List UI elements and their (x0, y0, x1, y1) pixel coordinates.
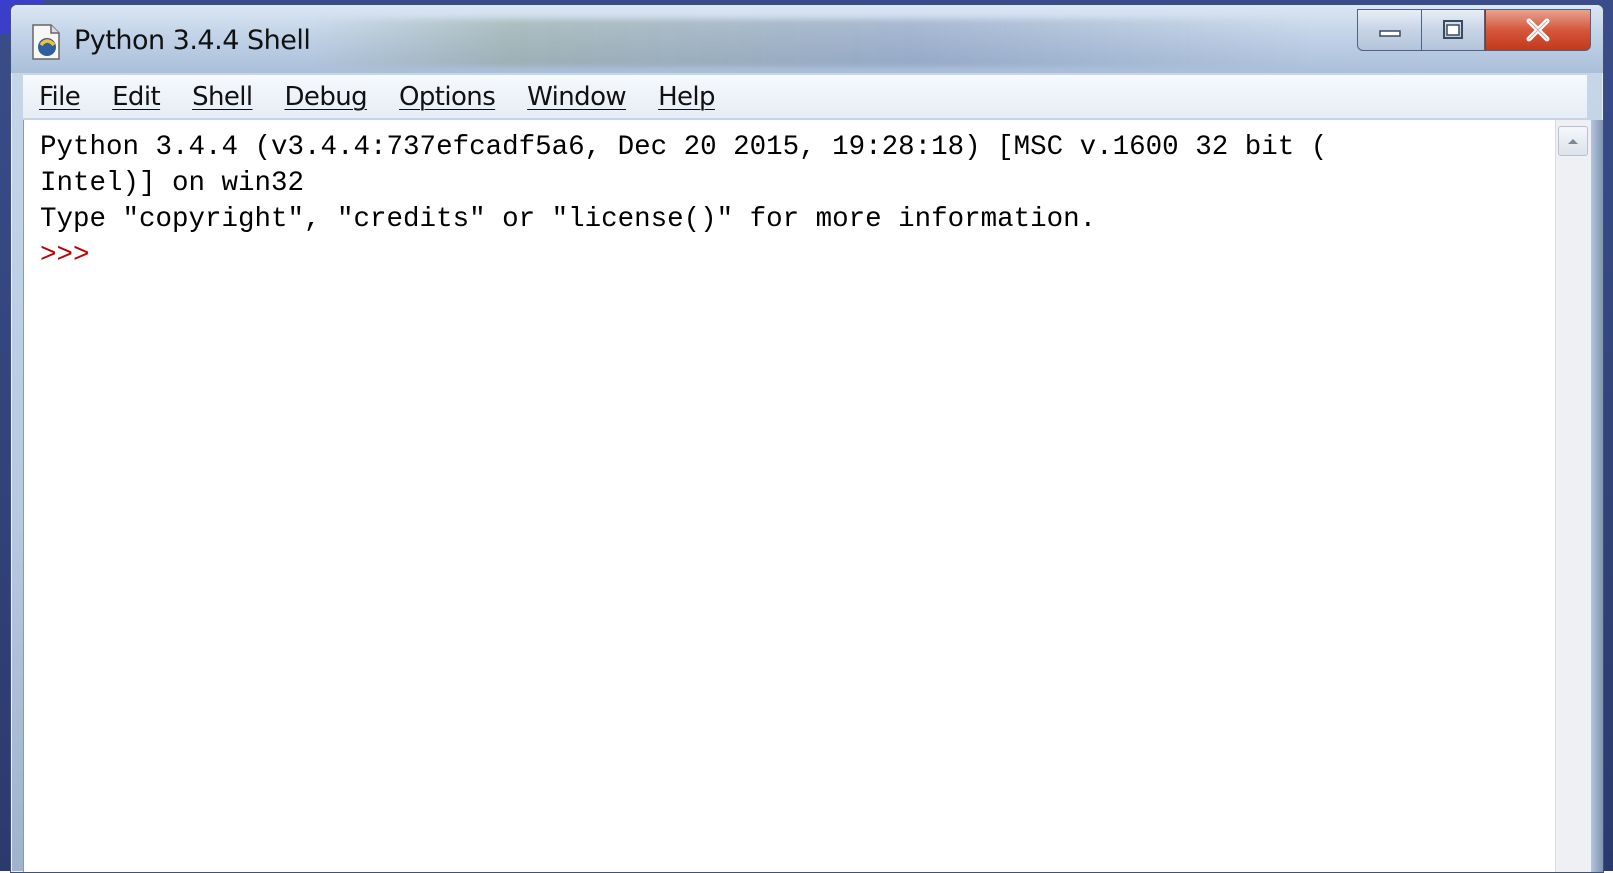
menu-window[interactable]: Window (527, 82, 627, 112)
menu-edit[interactable]: Edit (112, 82, 161, 112)
shell-text-area[interactable]: Python 3.4.4 (v3.4.4:737efcadf5a6, Dec 2… (23, 120, 1556, 872)
close-button[interactable] (1485, 9, 1591, 51)
minimize-icon (1378, 30, 1401, 37)
title-bar-glass (311, 19, 1311, 67)
window-controls (1357, 9, 1591, 55)
shell-prompt[interactable]: >>> (40, 238, 1530, 274)
menu-help[interactable]: Help (658, 82, 715, 112)
scroll-up-arrow-icon (1568, 139, 1578, 144)
shell-output: Python 3.4.4 (v3.4.4:737efcadf5a6, Dec 2… (40, 130, 1530, 274)
python-idle-icon (32, 24, 60, 60)
maximize-button[interactable] (1421, 9, 1485, 51)
menu-options[interactable]: Options (399, 82, 496, 112)
menu-shell[interactable]: Shell (192, 82, 253, 112)
banner-line-2: Intel)] on win32 (40, 168, 305, 199)
scroll-up-button[interactable] (1558, 126, 1588, 156)
idle-shell-window: Python 3.4.4 Shell File Edit Shell Debug… (10, 4, 1604, 873)
title-bar[interactable]: Python 3.4.4 Shell (11, 5, 1603, 73)
menu-bar: File Edit Shell Debug Options Window Hel… (23, 75, 1587, 119)
close-icon (1526, 18, 1550, 42)
banner-line-3: Type "copyright", "credits" or "license(… (40, 204, 1097, 235)
vertical-scrollbar[interactable] (1555, 120, 1592, 872)
menu-file[interactable]: File (39, 82, 81, 112)
minimize-button[interactable] (1357, 9, 1421, 51)
window-frame-right (1591, 120, 1603, 872)
menu-debug[interactable]: Debug (285, 82, 368, 112)
banner-line-1: Python 3.4.4 (v3.4.4:737efcadf5a6, Dec 2… (40, 132, 1328, 163)
maximize-icon (1443, 20, 1463, 39)
window-title: Python 3.4.4 Shell (74, 25, 311, 56)
